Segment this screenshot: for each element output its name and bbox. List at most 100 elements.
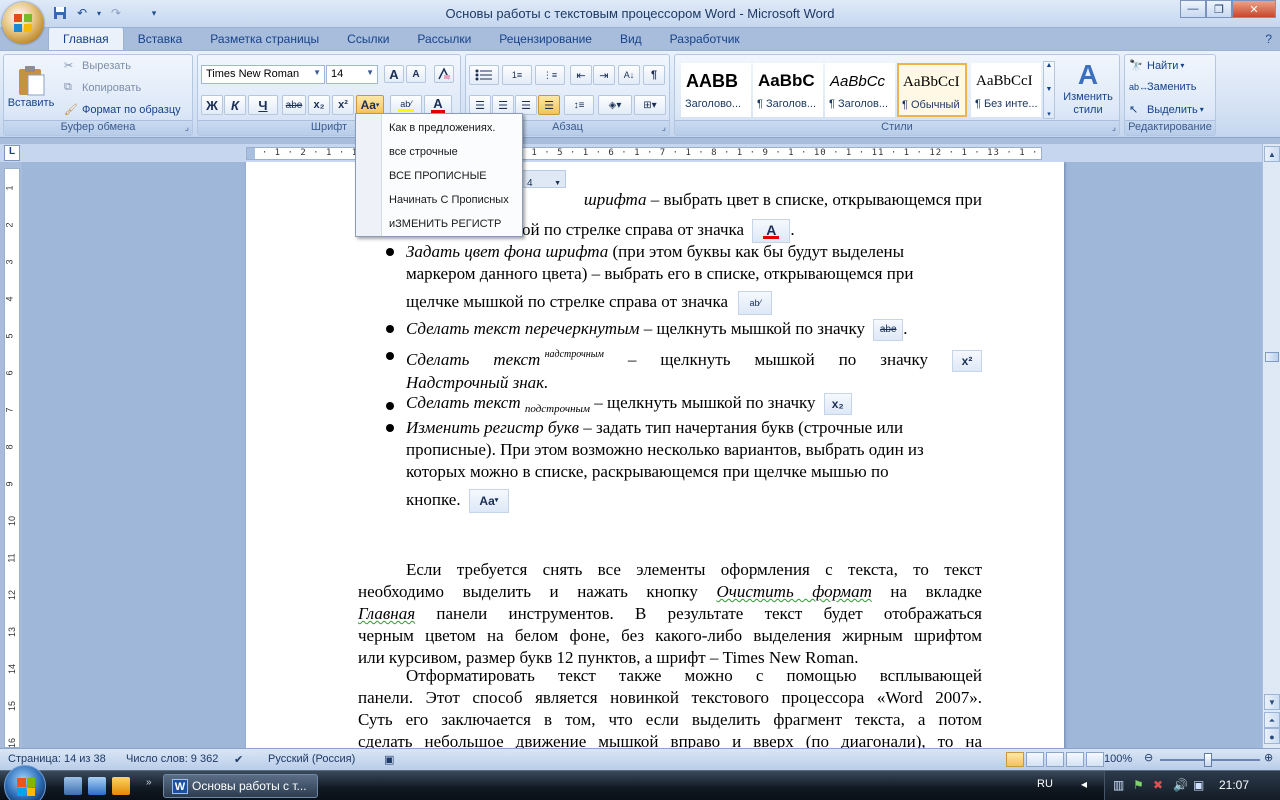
find-button[interactable]: 🔭 Найти ▾ <box>1129 59 1184 73</box>
office-button[interactable] <box>2 2 44 44</box>
menu-item-capitalize-words[interactable]: Начинать С Прописных <box>389 189 509 211</box>
tab-home[interactable]: Главная <box>48 27 124 50</box>
scrollbar-thumb[interactable] <box>1265 352 1279 362</box>
styles-scroll[interactable]: ▲ ▼ ▾ <box>1043 61 1055 119</box>
menu-item-toggle-case[interactable]: иЗМЕНИТЬ РЕГИСТР <box>389 213 501 235</box>
style-tile-normal[interactable]: AaBbCcI ¶ Обычный <box>897 63 967 117</box>
zoom-out-icon[interactable]: ⊖ <box>1144 751 1153 764</box>
update-icon[interactable]: ✖ <box>1153 778 1163 792</box>
subscript-button[interactable]: x₂ <box>308 95 330 115</box>
dialog-launcher-icon[interactable]: ⌟ <box>1112 122 1116 133</box>
vertical-scrollbar[interactable]: ▲ ▼ ⏶ ● <box>1262 144 1280 748</box>
italic-button[interactable]: К <box>224 95 246 115</box>
document-page[interactable]: 4 ▼ шрифта – выбрать цвет в списке, откры… <box>246 162 1064 748</box>
tab-view[interactable]: Вид <box>606 28 656 50</box>
bullets-button[interactable] <box>469 65 499 85</box>
more-icon[interactable]: ▾ <box>1047 110 1051 118</box>
page-indicator[interactable]: Страница: 14 из 38 <box>8 753 106 765</box>
network-icon[interactable]: ▥ <box>1113 778 1124 792</box>
help-icon[interactable]: ? <box>1265 32 1272 46</box>
start-button[interactable] <box>4 765 46 800</box>
quick-launch-more-icon[interactable]: » <box>146 777 152 788</box>
change-styles-button[interactable]: A Изменить стили <box>1059 59 1117 121</box>
highlight-button[interactable]: ab⁄ <box>390 95 422 115</box>
clock[interactable]: 21:07 <box>1219 778 1249 792</box>
security-icon[interactable]: ⚑ <box>1133 778 1144 792</box>
cut-button[interactable]: ✂ Вырезать <box>64 59 131 73</box>
scroll-down-icon[interactable]: ▼ <box>1046 86 1053 93</box>
multilevel-list-button[interactable]: ⋮≡ <box>535 65 565 85</box>
menu-item-lowercase[interactable]: все строчные <box>389 141 458 163</box>
superscript-button[interactable]: x² <box>332 95 354 115</box>
switch-windows-icon[interactable] <box>88 777 106 795</box>
volume-icon[interactable]: 🔊 <box>1173 778 1188 792</box>
replace-button[interactable]: ab↔ Заменить <box>1129 81 1196 93</box>
change-case-button[interactable]: Aa ▾ <box>356 95 384 115</box>
tab-developer[interactable]: Разработчик <box>656 28 754 50</box>
print-layout-view-button[interactable] <box>1006 752 1024 767</box>
spelling-icon[interactable]: ✔ <box>234 753 243 766</box>
copy-button[interactable]: ⧉ Копировать <box>64 81 141 94</box>
language-indicator[interactable]: Русский (Россия) <box>268 753 355 765</box>
line-spacing-button[interactable]: ↕≡ <box>564 95 594 115</box>
shrink-font-button[interactable]: A <box>406 65 426 83</box>
word-count[interactable]: Число слов: 9 362 <box>126 753 218 765</box>
select-browse-object-icon[interactable]: ● <box>1264 728 1280 744</box>
clear-formatting-button[interactable] <box>434 65 454 83</box>
maximize-button[interactable]: ❐ <box>1206 0 1232 18</box>
input-language[interactable]: RU <box>1037 778 1053 790</box>
justify-button[interactable]: ☰ <box>538 95 560 115</box>
show-desktop-icon[interactable] <box>64 777 82 795</box>
full-screen-view-button[interactable] <box>1026 752 1044 767</box>
show-marks-button[interactable]: ¶ <box>643 65 665 85</box>
web-layout-view-button[interactable] <box>1046 752 1064 767</box>
minimize-button[interactable]: — <box>1180 0 1206 18</box>
macro-record-icon[interactable]: ▣ <box>384 753 394 766</box>
mini-toolbar-size[interactable]: 4 ▼ <box>522 170 566 189</box>
borders-button[interactable]: ⊞▾ <box>634 95 666 115</box>
shading-button[interactable]: ◈▾ <box>598 95 632 115</box>
draft-view-button[interactable] <box>1086 752 1104 767</box>
style-tile-heading2[interactable]: AaBbC ¶ Заголов... <box>753 63 823 117</box>
sort-button[interactable]: A↓ <box>618 65 640 85</box>
menu-item-sentence-case[interactable]: Как в предложениях. <box>389 117 495 139</box>
display-icon[interactable]: ▣ <box>1193 778 1204 792</box>
paste-button[interactable]: Вставить <box>8 57 54 117</box>
select-button[interactable]: ↖ Выделить ▾ <box>1129 103 1204 117</box>
font-color-button[interactable]: A <box>424 95 452 115</box>
tab-selector[interactable]: L <box>4 145 20 161</box>
grow-font-button[interactable]: A <box>384 65 404 83</box>
scroll-up-icon[interactable]: ▲ <box>1264 146 1280 162</box>
style-tile-heading3[interactable]: AaBbCc ¶ Заголов... <box>825 63 895 117</box>
font-size-combo[interactable]: 14 ▼ <box>326 65 378 84</box>
close-button[interactable]: ✕ <box>1232 0 1276 18</box>
decrease-indent-button[interactable]: ⇤ <box>570 65 592 85</box>
zoom-level[interactable]: 100% <box>1104 753 1132 765</box>
zoom-slider-thumb[interactable] <box>1204 753 1212 767</box>
zoom-in-icon[interactable]: ⊕ <box>1264 751 1273 764</box>
vertical-ruler[interactable]: 1 2 3 4 5 6 7 8 9 10 11 12 13 14 15 16 <box>4 168 20 748</box>
strikethrough-button[interactable]: abe <box>282 95 306 115</box>
format-painter-button[interactable]: 🖌 Формат по образцу <box>64 103 181 117</box>
taskbar-item-word[interactable]: W Основы работы с т... <box>163 774 318 798</box>
scroll-up-icon[interactable]: ▲ <box>1046 62 1053 69</box>
font-name-combo[interactable]: Times New Roman ▼ <box>201 65 325 84</box>
align-left-button[interactable]: ☰ <box>469 95 491 115</box>
tab-mailings[interactable]: Рассылки <box>403 28 485 50</box>
underline-button[interactable]: Ч <box>248 95 278 115</box>
media-player-icon[interactable] <box>112 777 130 795</box>
align-right-button[interactable]: ☰ <box>515 95 537 115</box>
increase-indent-button[interactable]: ⇥ <box>593 65 615 85</box>
dialog-launcher-icon[interactable]: ⌟ <box>662 122 666 133</box>
previous-page-icon[interactable]: ⏶ <box>1264 712 1280 728</box>
dialog-launcher-icon[interactable]: ⌟ <box>185 122 189 133</box>
bold-button[interactable]: Ж <box>201 95 223 115</box>
align-center-button[interactable]: ☰ <box>492 95 514 115</box>
tab-page-layout[interactable]: Разметка страницы <box>196 28 333 50</box>
style-tile-no-spacing[interactable]: AaBbCcI ¶ Без инте... <box>971 63 1041 117</box>
tray-collapse-icon[interactable]: ◂ <box>1081 777 1087 791</box>
tab-insert[interactable]: Вставка <box>124 28 197 50</box>
style-tile-heading1[interactable]: AABB Заголово... <box>681 63 751 117</box>
tab-references[interactable]: Ссылки <box>333 28 403 50</box>
menu-item-uppercase[interactable]: ВСЕ ПРОПИСНЫЕ <box>389 165 487 187</box>
